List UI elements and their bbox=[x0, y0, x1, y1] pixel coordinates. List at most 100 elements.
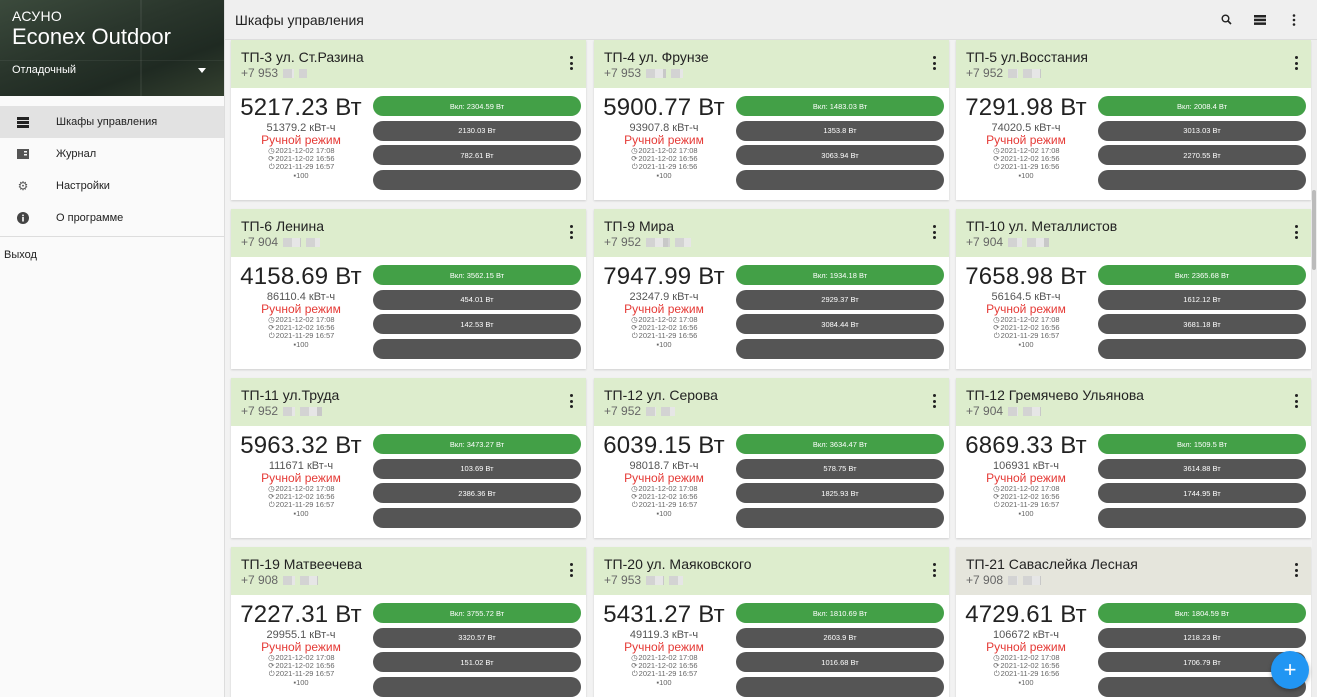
more-vert-icon[interactable] bbox=[1293, 394, 1299, 408]
sidebar-item-about[interactable]: О программе bbox=[0, 202, 224, 234]
more-vert-icon[interactable] bbox=[1293, 56, 1299, 70]
channel-3-button[interactable]: 2270.55 Вт bbox=[1098, 145, 1306, 165]
card-header[interactable]: ТП-21 Саваслейка Лесная +7 908 bbox=[956, 547, 1311, 595]
sidebar-item-journal[interactable]: Журнал bbox=[0, 138, 224, 170]
channel-1-button[interactable]: Вкл: 2304.59 Вт bbox=[373, 96, 581, 116]
more-vert-icon[interactable] bbox=[931, 225, 937, 239]
more-vert-icon[interactable] bbox=[931, 56, 937, 70]
channel-2-button[interactable]: 454.01 Вт bbox=[373, 289, 581, 310]
scrollbar-thumb[interactable] bbox=[1312, 190, 1316, 270]
channel-2-button[interactable]: 3614.88 Вт bbox=[1098, 458, 1306, 479]
list-view-icon[interactable] bbox=[1249, 9, 1271, 31]
card-header[interactable]: ТП-6 Ленина +7 904 bbox=[231, 209, 586, 257]
card-header[interactable]: ТП-19 Матвеечева +7 908 bbox=[231, 547, 586, 595]
channel-1-button[interactable]: Вкл: 1804.59 Вт bbox=[1098, 603, 1306, 623]
channel-2-button[interactable]: 2929.37 Вт bbox=[736, 289, 944, 310]
card-header[interactable]: ТП-12 ул. Серова +7 952 bbox=[594, 378, 949, 426]
channel-2-button[interactable]: 3320.57 Вт bbox=[373, 627, 581, 648]
search-icon[interactable] bbox=[1215, 9, 1237, 31]
channel-4-button[interactable] bbox=[373, 338, 581, 359]
channel-4-button[interactable] bbox=[736, 507, 944, 528]
channel-4-button[interactable] bbox=[373, 507, 581, 528]
channel-3-button[interactable]: 3084.44 Вт bbox=[736, 314, 944, 334]
more-vert-icon[interactable] bbox=[1293, 225, 1299, 239]
card-header[interactable]: ТП-11 ул.Труда +7 952 bbox=[231, 378, 586, 426]
channel-2-button[interactable]: 103.69 Вт bbox=[373, 458, 581, 479]
channel-2-button[interactable]: 1218.23 Вт bbox=[1098, 627, 1306, 648]
card-phone: +7 952 bbox=[966, 66, 1311, 80]
redacted-digits bbox=[1008, 68, 1019, 78]
more-vert-icon[interactable] bbox=[568, 563, 574, 577]
channel-2-button[interactable]: 1612.12 Вт bbox=[1098, 289, 1306, 310]
channel-4-button[interactable] bbox=[1098, 507, 1306, 528]
channel-1-button[interactable]: Вкл: 3473.27 Вт bbox=[373, 434, 581, 454]
more-vert-icon[interactable] bbox=[568, 394, 574, 408]
channel-3-button[interactable]: 3063.94 Вт bbox=[736, 145, 944, 165]
card-header[interactable]: ТП-3 ул. Ст.Разина +7 953 bbox=[231, 40, 586, 88]
channel-1-button[interactable]: Вкл: 1934.18 Вт bbox=[736, 265, 944, 285]
cabinet-card[interactable]: ТП-10 ул. Металлистов +7 904 7658.98 Вт 561… bbox=[956, 209, 1311, 369]
channel-2-button[interactable]: 578.75 Вт bbox=[736, 458, 944, 479]
channel-3-button[interactable]: 1016.68 Вт bbox=[736, 652, 944, 672]
channel-3-button[interactable]: 142.53 Вт bbox=[373, 314, 581, 334]
more-vert-icon[interactable] bbox=[1293, 563, 1299, 577]
cabinet-card[interactable]: ТП-20 ул. Маяковского +7 953 5431.27 Вт 491… bbox=[594, 547, 949, 697]
more-vert-icon[interactable] bbox=[931, 394, 937, 408]
card-header[interactable]: ТП-20 ул. Маяковского +7 953 bbox=[594, 547, 949, 595]
channel-4-button[interactable] bbox=[373, 169, 581, 190]
sidebar-item-exit[interactable]: Выход bbox=[0, 237, 224, 261]
cabinet-card[interactable]: ТП-12 ул. Серова +7 952 6039.15 Вт 98018.7 … bbox=[594, 378, 949, 538]
channel-1-button[interactable]: Вкл: 2365.68 Вт bbox=[1098, 265, 1306, 285]
channel-4-button[interactable] bbox=[373, 676, 581, 697]
mode-selector[interactable]: Отладочный bbox=[12, 64, 214, 76]
more-vert-icon[interactable] bbox=[568, 225, 574, 239]
sidebar-item-cabinets[interactable]: Шкафы управления bbox=[0, 106, 224, 138]
channel-4-button[interactable] bbox=[736, 338, 944, 359]
cabinet-card[interactable]: ТП-6 Ленина +7 904 4158.69 Вт 86110.4 кВт-ч… bbox=[231, 209, 586, 369]
cabinet-card[interactable]: ТП-5 ул.Восстания +7 952 7291.98 Вт 74020.5… bbox=[956, 40, 1311, 200]
card-header[interactable]: ТП-4 ул. Фрунзе +7 953 bbox=[594, 40, 949, 88]
card-header[interactable]: ТП-9 Мира +7 952 bbox=[594, 209, 949, 257]
cabinet-card[interactable]: ТП-11 ул.Труда +7 952 5963.32 Вт 111671 кВт… bbox=[231, 378, 586, 538]
add-cabinet-button[interactable]: + bbox=[1271, 651, 1309, 689]
cabinet-card[interactable]: ТП-12 Гремячево Ульянова +7 904 6869.33 Вт… bbox=[956, 378, 1311, 538]
channel-2-button[interactable]: 2603.9 Вт bbox=[736, 627, 944, 648]
channel-4-button[interactable] bbox=[736, 169, 944, 190]
cabinet-card[interactable]: ТП-4 ул. Фрунзе +7 953 5900.77 Вт 93907.8 к… bbox=[594, 40, 949, 200]
channel-1-button[interactable]: Вкл: 2008.4 Вт bbox=[1098, 96, 1306, 116]
channel-1-button[interactable]: Вкл: 3755.72 Вт bbox=[373, 603, 581, 623]
timestamp-power: ⏻2021-11-29 16:56 bbox=[956, 163, 1096, 171]
channel-3-button[interactable]: 2386.36 Вт bbox=[373, 483, 581, 503]
card-header[interactable]: ТП-12 Гремячево Ульянова +7 904 bbox=[956, 378, 1311, 426]
cabinet-card[interactable]: ТП-9 Мира +7 952 7947.99 Вт 23247.9 кВт-ч Ру… bbox=[594, 209, 949, 369]
channel-1-button[interactable]: Вкл: 3562.15 Вт bbox=[373, 265, 581, 285]
sidebar-item-settings[interactable]: ⚙ Настройки bbox=[0, 170, 224, 202]
channel-1-button[interactable]: Вкл: 1483.03 Вт bbox=[736, 96, 944, 116]
channel-3-button[interactable]: 782.61 Вт bbox=[373, 145, 581, 165]
channel-1-button[interactable]: Вкл: 1810.69 Вт bbox=[736, 603, 944, 623]
channel-3-button[interactable]: 151.02 Вт bbox=[373, 652, 581, 672]
card-header[interactable]: ТП-5 ул.Восстания +7 952 bbox=[956, 40, 1311, 88]
channel-1-button[interactable]: Вкл: 1509.5 Вт bbox=[1098, 434, 1306, 454]
card-header[interactable]: ТП-10 ул. Металлистов +7 904 bbox=[956, 209, 1311, 257]
channel-4-button[interactable] bbox=[1098, 169, 1306, 190]
cabinet-card[interactable]: ТП-3 ул. Ст.Разина +7 953 5217.23 Вт 51379.… bbox=[231, 40, 586, 200]
channel-2-button[interactable]: 2130.03 Вт bbox=[373, 120, 581, 141]
channel-3-button[interactable]: 1825.93 Вт bbox=[736, 483, 944, 503]
cabinet-card[interactable]: ТП-21 Саваслейка Лесная +7 908 4729.61 Вт 1… bbox=[956, 547, 1311, 697]
redacted-digits bbox=[1027, 237, 1050, 247]
channel-3-button[interactable]: 3681.18 Вт bbox=[1098, 314, 1306, 334]
more-vert-icon[interactable] bbox=[931, 563, 937, 577]
scrollbar[interactable] bbox=[1312, 40, 1317, 697]
cabinet-card[interactable]: ТП-19 Матвеечева +7 908 7227.31 Вт 29955.1 … bbox=[231, 547, 586, 697]
channel-3-button[interactable]: 1744.95 Вт bbox=[1098, 483, 1306, 503]
channel-4-button[interactable] bbox=[1098, 338, 1306, 359]
more-vert-icon[interactable] bbox=[568, 56, 574, 70]
more-vert-icon[interactable] bbox=[1283, 9, 1305, 31]
redacted-digits bbox=[1023, 575, 1042, 585]
channel-1-button[interactable]: Вкл: 3634.47 Вт bbox=[736, 434, 944, 454]
redacted-digits bbox=[1008, 406, 1019, 416]
channel-4-button[interactable] bbox=[736, 676, 944, 697]
channel-2-button[interactable]: 3013.03 Вт bbox=[1098, 120, 1306, 141]
channel-2-button[interactable]: 1353.8 Вт bbox=[736, 120, 944, 141]
